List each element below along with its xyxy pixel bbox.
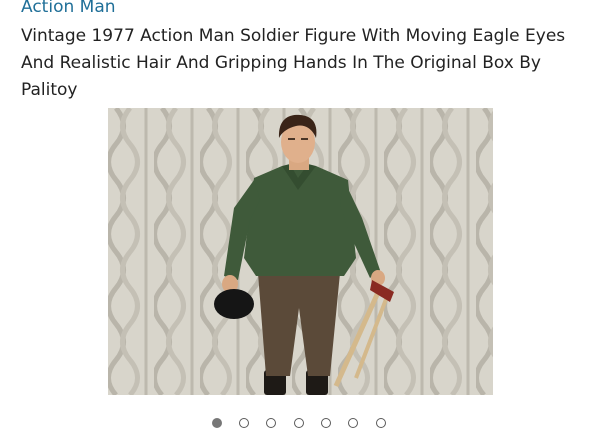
carousel-dot[interactable]	[266, 418, 276, 428]
brand-link[interactable]: Action Man	[21, 0, 116, 18]
carousel-dot[interactable]	[239, 418, 249, 428]
product-image[interactable]	[108, 108, 493, 395]
product-title: Vintage 1977 Action Man Soldier Figure W…	[21, 26, 566, 100]
product-photo	[108, 108, 493, 395]
carousel-dot[interactable]	[294, 418, 304, 428]
carousel-dot[interactable]	[321, 418, 331, 428]
image-carousel-dots	[0, 418, 600, 434]
carousel-dot[interactable]	[348, 418, 358, 428]
carousel-dot[interactable]	[376, 418, 386, 428]
carousel-dot[interactable]	[212, 418, 222, 428]
